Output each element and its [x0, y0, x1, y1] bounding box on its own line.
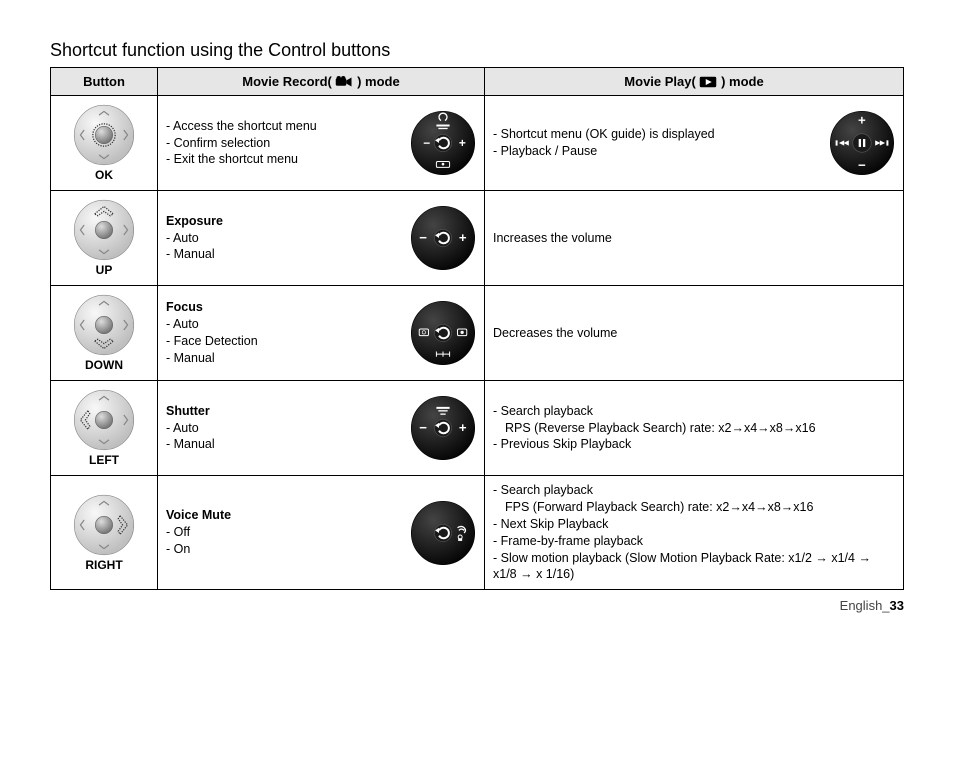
header-record: Movie Record( ) mode — [158, 68, 485, 96]
record-up-disc-icon: − + — [410, 205, 476, 271]
play-left-text: - Search playback RPS (Reverse Playback … — [485, 381, 904, 476]
dpad-down-icon — [73, 294, 135, 356]
svg-text:+: + — [459, 420, 467, 435]
record-left-disc-icon: − + — [410, 395, 476, 461]
svg-text:−: − — [419, 230, 427, 245]
table-row: DOWN Focus - Auto - Face Detection - Man… — [51, 286, 904, 381]
header-play: Movie Play( ) mode — [485, 68, 904, 96]
header-record-suffix: ) mode — [357, 74, 400, 89]
record-ok-text: - Access the shortcut menu - Confirm sel… — [166, 118, 400, 169]
record-down-text: Focus - Auto - Face Detection - Manual — [166, 299, 400, 367]
button-label-ok: OK — [55, 168, 153, 182]
dpad-up-icon — [73, 199, 135, 261]
button-label-right: RIGHT — [55, 558, 153, 572]
play-down-text: Decreases the volume — [493, 325, 895, 342]
header-play-suffix: ) mode — [721, 74, 764, 89]
record-left-text: Shutter - Auto - Manual — [166, 403, 400, 454]
table-row: UP Exposure - Auto - Manual − + — [51, 191, 904, 286]
svg-text:−: − — [423, 136, 430, 150]
play-ok-text: - Shortcut menu (OK guide) is displayed … — [493, 126, 819, 160]
header-button: Button — [51, 68, 158, 96]
play-mode-icon — [699, 76, 717, 88]
svg-text:+: + — [459, 230, 467, 245]
record-ok-disc-icon: − + — [410, 110, 476, 176]
table-row: RIGHT Voice Mute - Off - On — [51, 476, 904, 590]
table-row: LEFT Shutter - Auto - Manual — [51, 381, 904, 476]
button-label-down: DOWN — [55, 358, 153, 372]
table-row: OK - Access the shortcut menu - Confirm … — [51, 96, 904, 191]
camcorder-icon — [335, 76, 353, 88]
play-up-text: Increases the volume — [493, 230, 895, 247]
footer-lang: English_ — [840, 598, 890, 613]
record-down-disc-icon — [410, 300, 476, 366]
header-play-prefix: Movie Play( — [624, 74, 699, 89]
play-right-text: - Search playback FPS (Forward Playback … — [485, 476, 904, 590]
page-title: Shortcut function using the Control butt… — [50, 40, 904, 61]
record-up-text: Exposure - Auto - Manual — [166, 213, 400, 264]
svg-text:+: + — [459, 136, 466, 150]
play-ok-disc-icon: + − — [829, 110, 895, 176]
dpad-right-icon — [73, 494, 135, 556]
dpad-ok-icon — [73, 104, 135, 166]
dpad-left-icon — [73, 389, 135, 451]
footer-page: 33 — [890, 598, 904, 613]
shortcut-table: Button Movie Record( ) mode Movie Play( … — [50, 67, 904, 590]
svg-text:+: + — [858, 113, 866, 128]
svg-text:−: − — [419, 420, 427, 435]
button-label-up: UP — [55, 263, 153, 277]
record-right-disc-icon — [410, 500, 476, 566]
svg-text:−: − — [858, 157, 866, 172]
record-right-text: Voice Mute - Off - On — [166, 507, 400, 558]
header-record-prefix: Movie Record( — [242, 74, 335, 89]
page-footer: English_33 — [50, 598, 904, 613]
button-label-left: LEFT — [55, 453, 153, 467]
